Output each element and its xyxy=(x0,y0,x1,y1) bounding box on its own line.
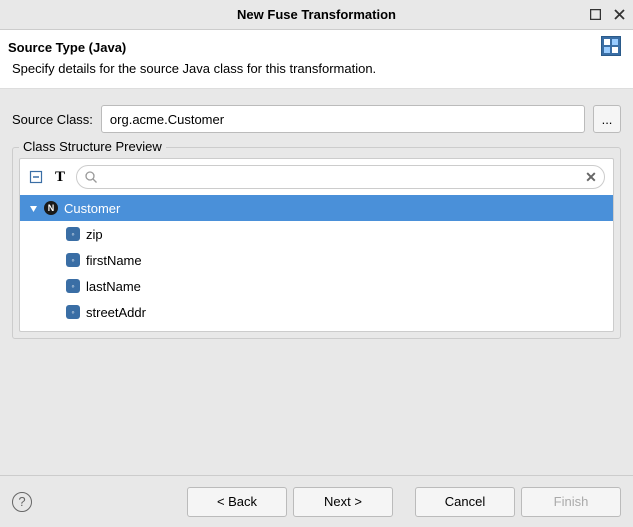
source-class-input[interactable] xyxy=(101,105,585,133)
close-button[interactable] xyxy=(611,7,627,23)
titlebar-controls xyxy=(587,7,627,23)
tree-node-label: streetAddr xyxy=(86,305,146,320)
tree-node-label: Customer xyxy=(64,201,120,216)
back-button[interactable]: < Back xyxy=(187,487,287,517)
toggle-types-icon[interactable]: T xyxy=(52,169,68,185)
page-subtitle: Specify details for the source Java clas… xyxy=(8,61,601,76)
fieldset-legend: Class Structure Preview xyxy=(19,139,166,154)
help-button[interactable]: ? xyxy=(12,492,32,512)
source-class-label: Source Class: xyxy=(12,112,93,127)
field-icon: ◦ xyxy=(66,279,80,293)
source-class-row: Source Class: ... xyxy=(12,105,621,133)
field-icon: ◦ xyxy=(66,227,80,241)
tree-field-row[interactable]: ◦ firstName xyxy=(20,247,613,273)
finish-button: Finish xyxy=(521,487,621,517)
search-wrapper: ✕ xyxy=(76,165,605,189)
tree-node-label: zip xyxy=(86,227,103,242)
tree-root-row[interactable]: N Customer xyxy=(20,195,613,221)
tree-field-row[interactable]: ◦ zip xyxy=(20,221,613,247)
clear-search-icon[interactable]: ✕ xyxy=(583,169,599,185)
class-tree[interactable]: N Customer ◦ zip ◦ firstName ◦ lastName … xyxy=(20,195,613,331)
wizard-header: Source Type (Java) Specify details for t… xyxy=(0,30,633,89)
cancel-button[interactable]: Cancel xyxy=(415,487,515,517)
next-button[interactable]: Next > xyxy=(293,487,393,517)
window-title: New Fuse Transformation xyxy=(237,7,396,22)
tree-field-row[interactable]: ◦ lastName xyxy=(20,273,613,299)
browse-button[interactable]: ... xyxy=(593,105,621,133)
tree-field-row[interactable]: ◦ streetAddr xyxy=(20,299,613,325)
class-icon: N xyxy=(44,201,58,215)
footer-buttons: < Back Next > Cancel Finish xyxy=(187,487,621,517)
form-area: Source Class: ... Class Structure Previe… xyxy=(0,89,633,351)
titlebar: New Fuse Transformation xyxy=(0,0,633,30)
expand-arrow-icon[interactable] xyxy=(28,204,38,213)
collapse-all-icon[interactable] xyxy=(28,169,44,185)
wizard-banner-icon xyxy=(601,36,621,56)
maximize-button[interactable] xyxy=(587,7,603,23)
tree-node-label: lastName xyxy=(86,279,141,294)
page-title: Source Type (Java) xyxy=(8,40,601,55)
field-icon: ◦ xyxy=(66,305,80,319)
class-structure-fieldset: Class Structure Preview T ✕ xyxy=(12,147,621,339)
wizard-footer: ? < Back Next > Cancel Finish xyxy=(0,475,633,527)
tree-node-label: firstName xyxy=(86,253,142,268)
header-text: Source Type (Java) Specify details for t… xyxy=(8,40,601,76)
field-icon: ◦ xyxy=(66,253,80,267)
preview-toolbar: T ✕ xyxy=(20,159,613,195)
search-input[interactable] xyxy=(76,165,605,189)
preview-box: T ✕ N Customer ◦ xyxy=(19,158,614,332)
